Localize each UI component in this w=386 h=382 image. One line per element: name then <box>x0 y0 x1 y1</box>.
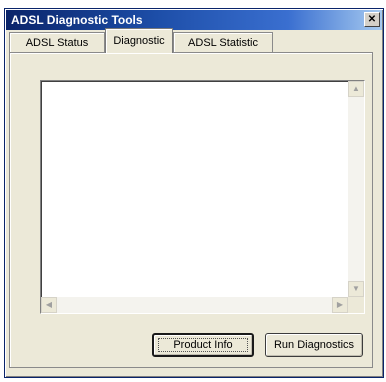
title-bar[interactable]: ADSL Diagnostic Tools ✕ <box>6 10 382 30</box>
tab-adsl-statistic[interactable]: ADSL Statistic <box>173 32 273 52</box>
tab-adsl-status[interactable]: ADSL Status <box>9 32 105 52</box>
product-info-button[interactable]: Product Info <box>152 333 254 357</box>
diagnostic-output-area[interactable]: ▲ ▼ ◀ ▶ <box>40 80 365 314</box>
vertical-scrollbar[interactable]: ▲ ▼ <box>348 81 364 297</box>
tab-label: Diagnostic <box>113 35 165 47</box>
run-diagnostics-button[interactable]: Run Diagnostics <box>265 333 363 357</box>
window-title: ADSL Diagnostic Tools <box>11 13 143 27</box>
tab-label: ADSL Status <box>25 36 89 49</box>
scrollbar-corner <box>348 297 364 313</box>
close-icon[interactable]: ✕ <box>364 12 380 27</box>
run-diagnostics-label: Run Diagnostics <box>273 339 355 351</box>
tab-label: ADSL Statistic <box>188 36 258 49</box>
scroll-right-icon[interactable]: ▶ <box>332 297 348 313</box>
focus-ring <box>158 338 248 352</box>
scroll-down-icon[interactable]: ▼ <box>348 281 364 297</box>
scroll-left-icon[interactable]: ◀ <box>41 297 57 313</box>
tab-diagnostic[interactable]: Diagnostic <box>105 28 173 53</box>
horizontal-scrollbar[interactable]: ◀ ▶ <box>41 297 348 313</box>
scroll-up-icon[interactable]: ▲ <box>348 81 364 97</box>
